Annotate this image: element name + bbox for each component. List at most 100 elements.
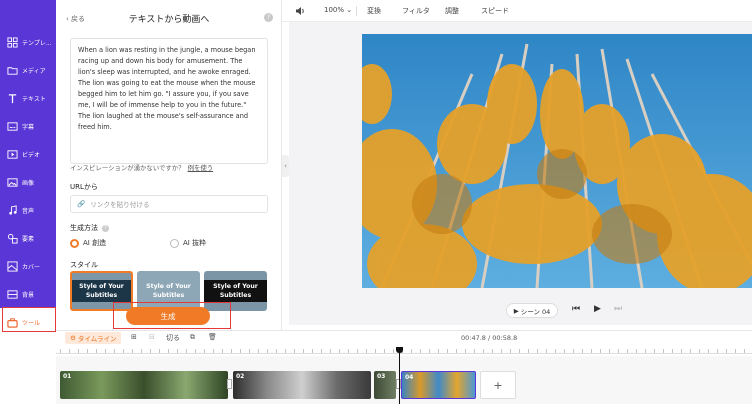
ruler-tick [618, 349, 619, 353]
radio-ai-excerpt[interactable]: AI 抜粋 [170, 238, 206, 248]
ruler-tick [159, 349, 160, 353]
sidebar-item-cover[interactable]: カバー [0, 252, 56, 280]
chevron-left-icon: ‹ [284, 162, 287, 170]
ruler-tick [114, 349, 115, 353]
current-time: 00:47.8 [461, 334, 486, 342]
background-icon [6, 288, 18, 300]
ruler-tick [708, 349, 709, 353]
sidebar-item-subtitles[interactable]: 字幕 [0, 112, 56, 140]
delete-icon[interactable]: 🗑 [208, 333, 217, 341]
sidebar-item-images[interactable]: 画像 [0, 168, 56, 196]
url-input[interactable]: 🔗 リンクを貼り付ける [70, 195, 268, 213]
filter-tab[interactable]: フィルタ [402, 6, 430, 16]
generate-button[interactable]: 生成 [126, 307, 210, 325]
timeline-button[interactable]: ⚙ タイムライン [65, 332, 122, 344]
scene-label: シーン 04 [520, 307, 551, 316]
ruler-tick [573, 349, 574, 353]
ruler-tick [168, 349, 169, 353]
sidebar-item-label: テンプレ... [22, 39, 52, 47]
chevron-down-icon: ⌄ [346, 6, 353, 14]
ruler-tick [375, 349, 376, 353]
style-label: スタイル [70, 261, 98, 269]
ruler-tick [654, 349, 655, 353]
volume-icon[interactable] [295, 6, 305, 18]
sidebar-item-video[interactable]: ビデオ [0, 140, 56, 168]
add-icon[interactable]: ⊞ [131, 333, 137, 341]
split-button[interactable]: 切る [166, 333, 180, 343]
url-placeholder: リンクを貼り付ける [90, 201, 150, 209]
sidebar-item-label: 音声 [22, 207, 35, 215]
play-button-icon[interactable]: ▶ [594, 304, 601, 314]
timeline-clip[interactable]: 03 [374, 371, 396, 399]
timeline-clip[interactable]: 02 [233, 371, 371, 399]
sidebar-item-templates[interactable]: テンプレ... [0, 28, 56, 56]
clip-number: 02 [236, 373, 245, 380]
ruler-tick [699, 349, 700, 353]
story-textarea[interactable]: When a lion was resting in the jungle, a… [70, 38, 268, 164]
cover-icon [6, 260, 18, 272]
sidebar-item-label: 要素 [22, 235, 35, 243]
skip-back-icon[interactable]: ⏮ [572, 304, 580, 314]
timeline-clip-selected[interactable]: 04 [401, 371, 476, 399]
ruler-tick [735, 349, 736, 353]
ruler-tick [213, 349, 214, 353]
sidebar-item-audio[interactable]: 音声 [0, 196, 56, 224]
ruler-tick [87, 349, 88, 353]
play-icon: ▶ [513, 306, 521, 315]
playhead[interactable] [399, 349, 400, 404]
forest-video-frame [362, 34, 752, 288]
help-icon[interactable]: ? [102, 224, 109, 232]
video-preview[interactable] [362, 34, 752, 288]
clip-transition-handle[interactable] [227, 379, 232, 389]
ruler-tick [717, 349, 718, 353]
preview-toolbar: 100% ⌄ 変換 フィルタ 調整 スピード [282, 0, 752, 22]
subtitle-icon [6, 120, 18, 132]
radio-unselected-icon [170, 238, 179, 248]
radio-label: AI 抜粋 [183, 239, 207, 247]
time-readout: 00:47.8 / 00:58.8 [461, 334, 517, 342]
sidebar-item-label: 画像 [22, 179, 35, 187]
duplicate-icon[interactable]: ⧉ [190, 333, 195, 342]
total-time: 00:58.8 [492, 334, 518, 342]
collapse-panel-handle[interactable]: ‹ [282, 155, 289, 177]
divider [356, 6, 357, 16]
ruler-tick [69, 349, 70, 353]
ruler-tick [222, 349, 223, 353]
transition-tab[interactable]: 変換 [367, 6, 381, 16]
sidebar-item-media[interactable]: メディア [0, 56, 56, 84]
folder-icon [6, 64, 18, 76]
timeline-clip[interactable]: 01 [60, 371, 228, 399]
ruler-tick [249, 349, 250, 353]
scene-button[interactable]: ▶ シーン 04 [506, 303, 558, 318]
speed-tab[interactable]: スピード [481, 6, 509, 16]
ruler-tick [483, 349, 484, 353]
sidebar-item-elements[interactable]: 要素 [0, 224, 56, 252]
ruler-tick [393, 349, 394, 353]
ruler-tick [456, 349, 457, 353]
adjust-tab[interactable]: 調整 [445, 6, 459, 16]
zoom-select[interactable]: 100% ⌄ [324, 6, 352, 14]
add-clip-button[interactable]: + [480, 371, 516, 399]
sidebar-item-text[interactable]: テキスト [0, 84, 56, 112]
skip-forward-icon[interactable]: ⏭ [614, 304, 622, 314]
ruler-tick [582, 349, 583, 353]
radio-ai-create[interactable]: AI 創造 [70, 238, 106, 248]
ruler-tick [348, 349, 349, 353]
ruler-tick [447, 349, 448, 353]
sidebar-item-label: テキスト [22, 95, 46, 103]
help-icon[interactable]: ? [264, 13, 273, 22]
ruler-tick [195, 349, 196, 353]
timeline-toolbar [56, 330, 752, 346]
sidebar-item-background[interactable]: 背景 [0, 280, 56, 308]
ruler-tick [636, 349, 637, 353]
left-sidebar: テンプレ... メディア テキスト 字幕 ビデオ 画像 音声 要素 カバー 背景… [0, 0, 56, 336]
clip-number: 03 [377, 373, 386, 380]
ruler-tick [294, 349, 295, 353]
use-example-link[interactable]: 例を使う [188, 164, 214, 172]
ruler-tick [591, 349, 592, 353]
ruler-tick [78, 349, 79, 353]
ruler-tick [474, 349, 475, 353]
ruler-tick [204, 349, 205, 353]
text-icon [6, 92, 18, 104]
ruler-tick [465, 349, 466, 353]
